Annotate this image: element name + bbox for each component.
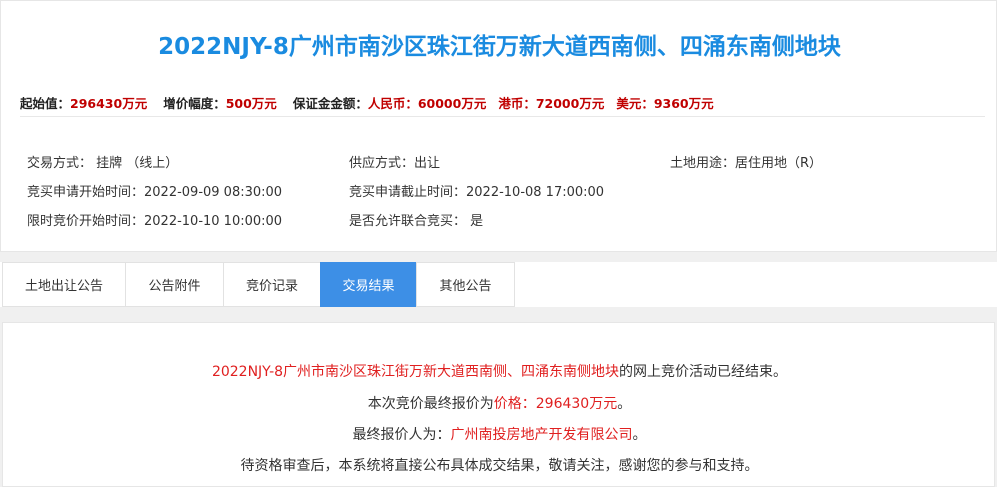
deposit-usd: 美元：9360万元 [616, 96, 714, 111]
final-price-suffix: 。 [617, 396, 632, 412]
supply-mode: 供应方式：出让 [349, 156, 441, 171]
notice-line: 待资格审查后，本系统将直接公布具体成交结果，敬请关注，感谢您的参与和支持。 [240, 458, 759, 474]
deposit-hkd: 港币：72000万元 [498, 96, 605, 111]
start-price-value: 296430万元 [70, 96, 148, 111]
bidder-line: 最终报价人为：广州南投房地产开发有限公司。 [3, 424, 996, 444]
deposit-rmb: 人民币：60000万元 [367, 96, 487, 111]
start-price-label: 起始值： [20, 96, 71, 111]
auction-summary-panel: 2022NJY-8广州市南沙区珠江街万新大道西南侧、四涌东南侧地块 起始值：29… [0, 0, 997, 252]
parcel-name: 2022NJY-8广州市南沙区珠江街万新大道西南侧、四涌东南侧地块 [211, 364, 620, 380]
bidder-suffix: 。 [632, 427, 647, 443]
page-title: 2022NJY-8广州市南沙区珠江街万新大道西南侧、四涌东南侧地块 [158, 34, 841, 60]
tab-attachments[interactable]: 公告附件 [125, 262, 224, 307]
tab-land-notice[interactable]: 土地出让公告 [2, 262, 126, 307]
apply-end-time: 竞买申请截止时间：2022-10-08 17:00:00 [349, 185, 605, 200]
result-ended-line: 2022NJY-8广州市南沙区珠江街万新大道西南侧、四涌东南侧地块的网上竞价活动… [3, 361, 996, 381]
bidder-name: 广州南投房地产开发有限公司 [450, 427, 633, 443]
final-price: 价格：296430万元 [493, 396, 618, 412]
final-price-line: 本次竞价最终报价为价格：296430万元。 [3, 393, 996, 413]
price-summary-row: 起始值：296430万元 增价幅度：500万元 保证金金额：人民币：60000万元港… [20, 93, 714, 112]
final-price-prefix: 本次竞价最终报价为 [367, 396, 494, 412]
divider [20, 116, 985, 117]
tab-bar: 土地出让公告 公告附件 竞价记录 交易结果 其他公告 [0, 262, 997, 307]
bidder-prefix: 最终报价人为： [352, 427, 451, 443]
result-panel: 2022NJY-8广州市南沙区珠江街万新大道西南侧、四涌东南侧地块的网上竞价活动… [2, 322, 995, 487]
tab-bid-records[interactable]: 竞价记录 [223, 262, 321, 307]
increment-value: 500万元 [225, 96, 277, 111]
trade-mode: 交易方式： 挂牌 （线上） [27, 156, 179, 171]
apply-start-time: 竞买申请开始时间：2022-09-09 08:30:00 [27, 185, 283, 200]
bid-start-time: 限时竞价开始时间：2022-10-10 10:00:00 [27, 214, 283, 229]
tab-other-notices[interactable]: 其他公告 [416, 262, 515, 307]
land-use: 土地用途：居住用地（R） [670, 156, 823, 171]
joint-bid: 是否允许联合竞买： 是 [349, 214, 484, 229]
ended-text: 的网上竞价活动已经结束。 [619, 364, 788, 380]
tab-trade-result[interactable]: 交易结果 [320, 262, 417, 307]
deposit-label: 保证金金额： [292, 96, 368, 111]
increment-label: 增价幅度： [163, 96, 226, 111]
